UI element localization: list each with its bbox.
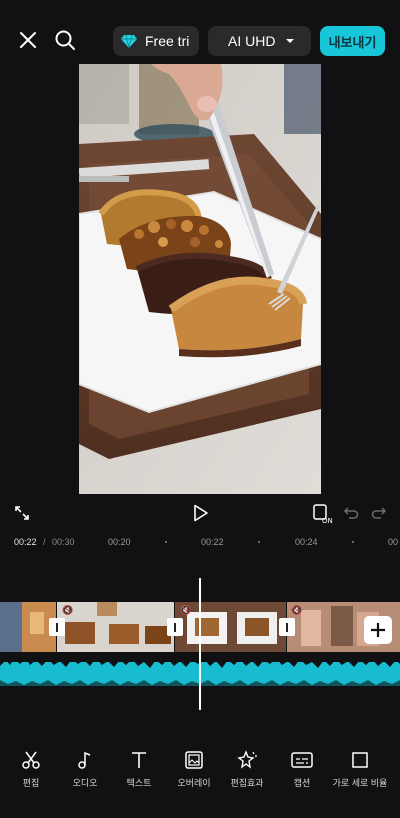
tool-label: 편집효과 xyxy=(230,778,264,788)
free-trial-button[interactable]: Free tri xyxy=(113,26,199,56)
plus-icon xyxy=(371,623,385,637)
diamond-icon xyxy=(121,34,137,48)
tick-label: 00:24 xyxy=(295,537,318,547)
tick-dot xyxy=(258,541,260,543)
tool-label: 오디오 xyxy=(72,778,98,788)
svg-text:ON: ON xyxy=(322,517,333,524)
export-button[interactable]: 내보내기 xyxy=(320,26,385,56)
tool-overlay[interactable]: 오버레이 xyxy=(164,750,224,789)
tool-label: 텍스트 xyxy=(126,778,152,788)
top-bar: Free tri AI UHD 내보내기 xyxy=(0,0,400,64)
video-clip[interactable] xyxy=(175,602,286,652)
playhead[interactable] xyxy=(199,578,201,710)
transition-handle[interactable] xyxy=(279,618,295,636)
video-clip[interactable] xyxy=(0,602,56,652)
aspect-ratio-icon xyxy=(352,752,368,768)
fullscreen-icon[interactable] xyxy=(12,503,32,523)
tool-label: 편집 xyxy=(22,778,40,788)
tool-caption[interactable]: 캡션 xyxy=(272,750,332,789)
transition-handle[interactable] xyxy=(167,618,183,636)
mute-icon: 🔇 xyxy=(291,605,303,615)
redo-icon[interactable] xyxy=(369,503,389,523)
free-trial-label: Free tri xyxy=(145,33,190,49)
search-icon[interactable] xyxy=(51,26,79,54)
current-time: 00:22 xyxy=(14,537,37,547)
caret-down-icon xyxy=(285,38,295,44)
close-icon[interactable] xyxy=(14,26,42,54)
tool-label: 오버레이 xyxy=(177,778,211,788)
tool-text[interactable]: 텍스트 xyxy=(109,750,169,789)
total-time: 00:30 xyxy=(52,537,75,547)
transition-handle[interactable] xyxy=(49,618,65,636)
tool-audio[interactable]: 오디오 xyxy=(55,750,115,789)
tool-edit[interactable]: 편집 xyxy=(1,750,61,789)
play-icon[interactable] xyxy=(190,502,212,524)
tool-label: 캡션 xyxy=(293,778,311,788)
bottom-toolbar: 편집 오디오 텍스트 오버레이 편집효과 캡션 가로 세로 비율 xyxy=(0,750,400,810)
mute-icon: 🔇 xyxy=(62,605,74,615)
tick-label: 00:20 xyxy=(108,537,131,547)
mute-icon: 🔇 xyxy=(180,605,192,615)
tick-label: 00 xyxy=(388,537,399,547)
add-clip-button[interactable] xyxy=(364,616,392,644)
screen-on-icon[interactable]: ON xyxy=(311,501,335,525)
quality-dropdown[interactable]: AI UHD xyxy=(208,26,311,56)
tool-aspect-ratio[interactable]: 가로 세로 비율 xyxy=(330,750,390,789)
music-note-icon xyxy=(78,751,91,769)
tool-effects[interactable]: 편집효과 xyxy=(217,750,277,789)
effects-icon xyxy=(237,750,257,769)
tick-dot xyxy=(165,541,167,543)
undo-icon[interactable] xyxy=(341,503,361,523)
time-ruler: 00:22 / 00:30 00:20 00:22 00:24 00 xyxy=(0,532,400,552)
tick-label: 00:22 xyxy=(201,537,224,547)
tool-label: 가로 세로 비율 xyxy=(332,778,388,788)
scissors-icon xyxy=(22,751,40,769)
overlay-icon xyxy=(185,751,203,769)
quality-label: AI UHD xyxy=(228,33,276,49)
tick-dot xyxy=(352,541,354,543)
video-clip[interactable] xyxy=(57,602,174,652)
time-separator: / xyxy=(43,537,46,547)
caption-icon xyxy=(291,752,313,768)
text-icon xyxy=(132,752,146,768)
video-preview[interactable] xyxy=(79,64,321,494)
